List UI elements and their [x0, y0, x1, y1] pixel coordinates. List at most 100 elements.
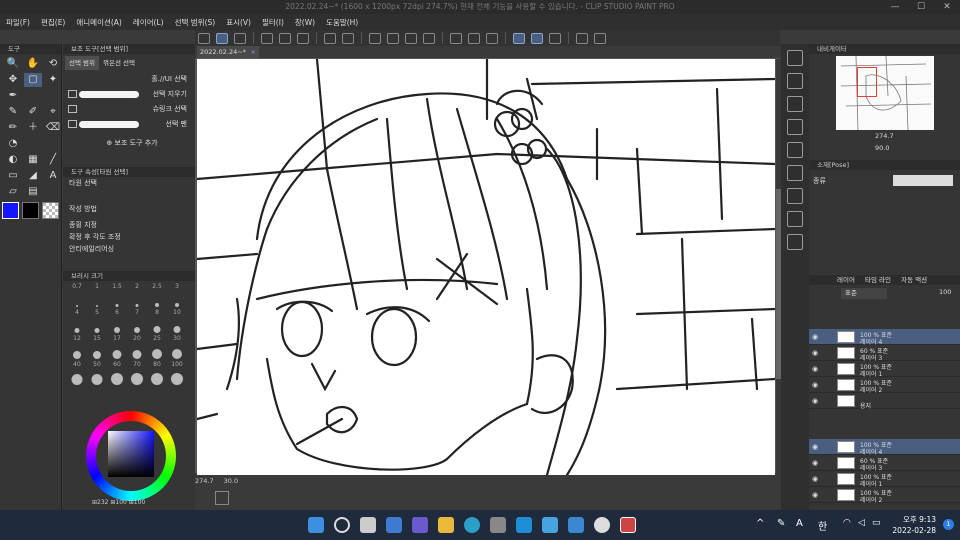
menu-window[interactable]: 창(W) [295, 17, 315, 28]
main-color-swatch[interactable] [2, 202, 19, 219]
print-icon[interactable] [297, 32, 309, 44]
visibility-eye-icon[interactable]: ◉ [812, 365, 818, 373]
property-row[interactable]: 종횡 지정 [63, 219, 195, 231]
item-bank-icon[interactable] [787, 96, 803, 112]
smartphone-icon[interactable] [576, 32, 588, 44]
system-clock[interactable]: 오후 9:13 2022-02-28 [892, 514, 936, 536]
frame-tool-icon[interactable]: ▭ [4, 169, 22, 183]
menu-help[interactable]: 도움말(H) [326, 17, 358, 28]
open-file-icon[interactable] [216, 32, 228, 44]
brush-size-option[interactable]: 2 [127, 283, 147, 309]
app-icon[interactable] [568, 517, 584, 533]
history-icon[interactable] [787, 165, 803, 181]
visibility-eye-icon[interactable]: ◉ [812, 397, 818, 405]
navigator-icon[interactable] [787, 50, 803, 66]
battery-icon[interactable]: ▭ [872, 518, 881, 528]
approximate-color-icon[interactable] [787, 234, 803, 250]
menu-file[interactable]: 파일(F) [6, 17, 30, 28]
brush-size-option[interactable]: 20 [127, 335, 147, 361]
zoom-level[interactable]: 274.7 [195, 477, 214, 485]
tab-polyline-selection[interactable]: 꺾은선 선택 [99, 56, 139, 70]
brush-size-option[interactable]: 17 [107, 335, 127, 361]
figure-tool-icon[interactable]: ╱ [44, 153, 62, 167]
brush-size-option[interactable]: 80 [147, 361, 167, 387]
tab-auto-action[interactable]: 자동 액션 [901, 276, 927, 284]
tray-chevron-icon[interactable]: ^ [756, 518, 764, 529]
blend-mode-select[interactable]: 표준 [841, 288, 887, 299]
brush-size-option[interactable]: 7 [127, 309, 147, 335]
layer-row[interactable]: ◉ 100 % 표준 레이어 2 [809, 377, 960, 394]
selection-tool-icon[interactable]: ▢ [24, 73, 42, 87]
hand-tool-icon[interactable]: ✋ [24, 57, 42, 71]
brush-tool-icon[interactable]: ✏ [4, 121, 22, 135]
balloon-tool-icon[interactable]: ▱ [4, 185, 22, 199]
gradient-tool-icon[interactable]: ▦ [24, 153, 42, 167]
airbrush-tool-icon[interactable]: ⌖ [44, 105, 62, 119]
visibility-eye-icon[interactable]: ◉ [812, 349, 818, 357]
clip-studio-icon[interactable] [234, 32, 246, 44]
menu-filter[interactable]: 필터(I) [262, 17, 284, 28]
property-row[interactable]: 작성 방법 [63, 203, 195, 215]
eraser-tool-icon[interactable]: ⌫ [44, 121, 62, 135]
maximize-button[interactable]: ☐ [908, 0, 934, 14]
brush-size-option[interactable]: 25 [147, 335, 167, 361]
menu-layer[interactable]: 레이어(L) [133, 17, 164, 28]
ruler-tool-icon[interactable]: ◢ [24, 169, 42, 183]
widgets-icon[interactable] [386, 517, 402, 533]
new-file-icon[interactable] [198, 32, 210, 44]
transform-icon[interactable] [423, 32, 435, 44]
pen-tray-icon[interactable]: ✎ [777, 518, 785, 529]
help-icon[interactable] [594, 32, 606, 44]
brush-size-option[interactable]: 8 [147, 309, 167, 335]
saturation-value-square[interactable] [108, 431, 154, 477]
opacity-value[interactable]: 100 [939, 288, 951, 296]
property-row[interactable]: 안티에일리어싱 [63, 243, 195, 255]
document-tab[interactable]: 2022.02.24~* × [197, 46, 259, 58]
clear-icon[interactable] [369, 32, 381, 44]
tab-timeline[interactable]: 타임 라인 [865, 276, 891, 284]
brush-size-option[interactable]: 50 [87, 361, 107, 387]
wifi-icon[interactable]: ◠ [843, 518, 851, 528]
move-tool-icon[interactable]: ✥ [4, 73, 22, 87]
blend-tool-icon[interactable]: ◔ [4, 137, 22, 151]
navigator-view-rect[interactable] [857, 67, 877, 97]
brush-size-option[interactable]: 3 [167, 283, 187, 309]
rotate-tool-icon[interactable]: ⟲ [44, 57, 62, 71]
deselect-icon[interactable] [450, 32, 462, 44]
navigator-angle[interactable]: 90.0 [875, 144, 889, 152]
app-icon[interactable] [516, 517, 532, 533]
brush-size-option[interactable]: 0.7 [67, 283, 87, 309]
undo-icon[interactable] [324, 32, 336, 44]
zoom-tool-icon[interactable]: 🔍 [4, 57, 22, 71]
sub-tool-item[interactable]: 선택 펜 [65, 117, 193, 131]
menu-animation[interactable]: 애니메이션(A) [76, 17, 121, 28]
notification-badge[interactable]: 1 [943, 519, 954, 530]
layer-property-icon[interactable] [787, 142, 803, 158]
property-row[interactable]: 확정 후 각도 조정 [63, 231, 195, 243]
redo-icon[interactable] [342, 32, 354, 44]
show-selection-icon[interactable] [486, 32, 498, 44]
navigator-thumbnail[interactable] [836, 56, 934, 130]
layer-row[interactable]: ◉ 용지 [809, 393, 960, 410]
brush-size-option[interactable]: 2.5 [147, 283, 167, 309]
invert-selection-icon[interactable] [468, 32, 480, 44]
layer-row[interactable]: ◉ 60 % 표준 레이어 3 [809, 345, 960, 362]
drawing-canvas[interactable] [197, 59, 775, 475]
brush-size-option[interactable]: 12 [67, 335, 87, 361]
brush-size-option[interactable]: 4 [67, 309, 87, 335]
decoration-tool-icon[interactable]: ＋ [24, 121, 42, 135]
menu-selection[interactable]: 선택 범위(S) [175, 17, 216, 28]
canvas-layout-icon[interactable] [215, 491, 229, 505]
transparent-color-swatch[interactable] [42, 202, 59, 219]
app-icon[interactable] [542, 517, 558, 533]
brush-size-option[interactable]: 100 [167, 361, 187, 387]
brush-size-option[interactable]: 1.5 [107, 283, 127, 309]
sub-tool-item[interactable]: 선택 지우기 [65, 87, 193, 101]
visibility-eye-icon[interactable]: ◉ [812, 459, 818, 467]
sub-tool-item[interactable]: 슈링크 선택 [65, 102, 193, 116]
brush-size-option[interactable]: 60 [107, 361, 127, 387]
brush-size-option[interactable]: 10 [167, 309, 187, 335]
brush-size-option[interactable]: 40 [67, 361, 87, 387]
rotation-angle[interactable]: 30.0 [224, 477, 238, 485]
menu-edit[interactable]: 편집(E) [41, 17, 65, 28]
